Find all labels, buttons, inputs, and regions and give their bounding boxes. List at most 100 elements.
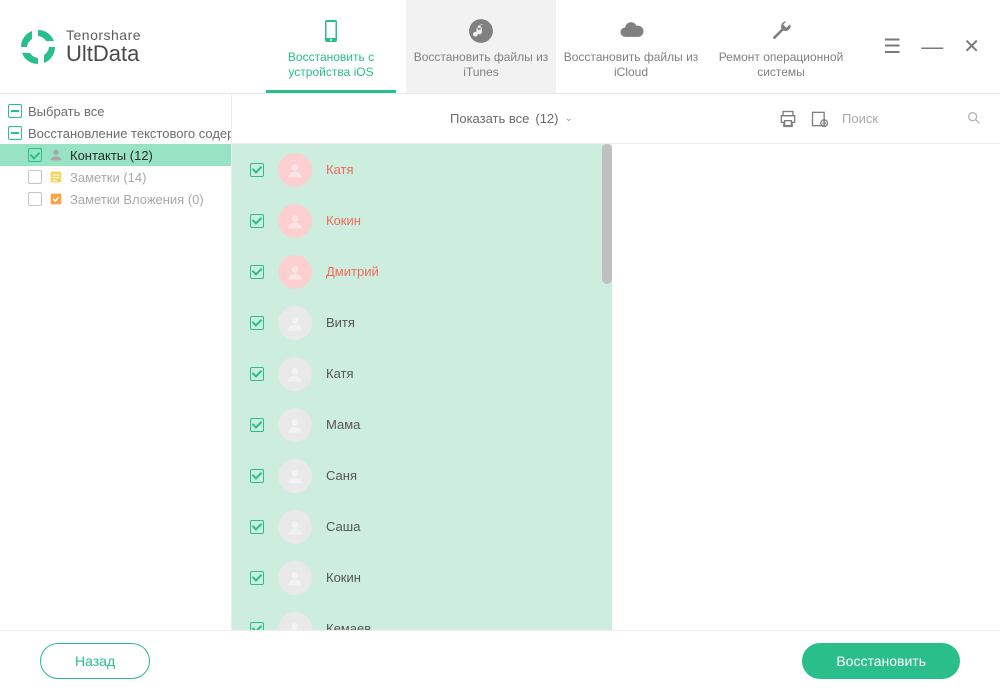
minimize-icon[interactable]: — xyxy=(921,34,943,60)
sidebar-item[interactable]: Заметки (14) xyxy=(0,166,231,188)
contact-name: Мама xyxy=(326,417,360,432)
sidebar-item-label: Контакты (12) xyxy=(70,148,153,163)
contact-name: Кокин xyxy=(326,213,361,228)
contacts-list: Катя Кокин Дмитрий Витя Катя Мама Саня Саша Коки… xyxy=(232,144,612,630)
sidebar-label: Восстановление текстового содержимо xyxy=(28,126,231,141)
checkbox-icon[interactable] xyxy=(250,469,264,483)
tab-label: Восстановить файлы из iCloud xyxy=(562,50,700,80)
window-controls: ☰ — ✕ xyxy=(883,0,1000,93)
export-settings-icon[interactable] xyxy=(810,109,830,129)
avatar-icon xyxy=(278,510,312,544)
avatar-icon xyxy=(278,561,312,595)
brand-top: Tenorshare xyxy=(66,28,141,43)
contact-row[interactable]: Саша xyxy=(232,501,612,552)
app-header: Tenorshare UltData Восстановить с устрой… xyxy=(0,0,1000,94)
search-input[interactable]: Поиск xyxy=(842,110,982,127)
attach-icon xyxy=(48,191,64,207)
sidebar-group[interactable]: Восстановление текстового содержимо xyxy=(0,122,231,144)
tab-recover-itunes[interactable]: Восстановить файлы из iTunes xyxy=(406,0,556,93)
back-button[interactable]: Назад xyxy=(40,643,150,679)
checkbox-mixed-icon[interactable] xyxy=(8,104,22,118)
avatar-icon xyxy=(278,408,312,442)
contact-name: Дмитрий xyxy=(326,264,379,279)
avatar-icon xyxy=(278,255,312,289)
sidebar-item[interactable]: Заметки Вложения (0) xyxy=(0,188,231,210)
wrench-icon xyxy=(766,16,796,46)
brand-main: UltData xyxy=(66,42,141,65)
checkbox-mixed-icon[interactable] xyxy=(8,126,22,140)
cloud-icon xyxy=(616,16,646,46)
sidebar-item[interactable]: Контакты (12) xyxy=(0,144,231,166)
filter-dropdown[interactable]: Показать все (12) ⌄ xyxy=(450,111,573,126)
contact-name: Катя xyxy=(326,162,354,177)
checkbox-icon[interactable] xyxy=(28,192,42,206)
sidebar: Выбрать все Восстановление текстового со… xyxy=(0,94,232,630)
checkbox-icon[interactable] xyxy=(250,520,264,534)
phone-icon xyxy=(316,16,346,46)
detail-panel xyxy=(612,144,1000,630)
contact-row[interactable]: Катя xyxy=(232,348,612,399)
checkbox-icon[interactable] xyxy=(250,418,264,432)
contact-row[interactable]: Мама xyxy=(232,399,612,450)
contact-row[interactable]: Саня xyxy=(232,450,612,501)
avatar-icon xyxy=(278,204,312,238)
tab-label: Ремонт операционной системы xyxy=(712,50,850,80)
checkbox-icon[interactable] xyxy=(250,571,264,585)
footer: Назад Восстановить xyxy=(0,630,1000,690)
search-placeholder: Поиск xyxy=(842,111,878,126)
contact-row[interactable]: Кокин xyxy=(232,195,612,246)
checkbox-icon[interactable] xyxy=(250,367,264,381)
app-logo-icon xyxy=(18,27,58,67)
avatar-icon xyxy=(278,153,312,187)
close-icon[interactable]: ✕ xyxy=(963,34,980,59)
menu-icon[interactable]: ☰ xyxy=(883,34,901,59)
contacts-icon xyxy=(48,147,64,163)
avatar-icon xyxy=(278,612,312,631)
contact-row[interactable]: Витя xyxy=(232,297,612,348)
contact-name: Кемаев xyxy=(326,621,371,630)
filter-count: (12) xyxy=(535,111,558,126)
contact-name: Кокин xyxy=(326,570,361,585)
main-panel: Показать все (12) ⌄ Поиск Катя Кокин Дмитр… xyxy=(232,94,1000,630)
content-split: Катя Кокин Дмитрий Витя Катя Мама Саня Саша Коки… xyxy=(232,144,1000,630)
tab-recover-ios[interactable]: Восстановить с устройства iOS xyxy=(256,0,406,93)
sidebar-select-all[interactable]: Выбрать все xyxy=(0,100,231,122)
contact-row[interactable]: Дмитрий xyxy=(232,246,612,297)
filter-label: Показать все xyxy=(450,111,529,126)
contact-name: Саша xyxy=(326,519,360,534)
button-label: Восстановить xyxy=(836,653,926,669)
checkbox-icon[interactable] xyxy=(250,163,264,177)
sidebar-item-label: Заметки (14) xyxy=(70,170,146,185)
mode-tabs: Восстановить с устройства iOS Восстанови… xyxy=(256,0,883,93)
contact-name: Катя xyxy=(326,366,354,381)
tab-recover-icloud[interactable]: Восстановить файлы из iCloud xyxy=(556,0,706,93)
notes-icon xyxy=(48,169,64,185)
contact-name: Витя xyxy=(326,315,355,330)
tab-label: Восстановить файлы из iTunes xyxy=(412,50,550,80)
search-icon xyxy=(966,110,982,126)
chevron-down-icon: ⌄ xyxy=(565,113,573,124)
contact-row[interactable]: Катя xyxy=(232,144,612,195)
checkbox-icon[interactable] xyxy=(250,265,264,279)
checkbox-icon[interactable] xyxy=(250,622,264,631)
sidebar-item-label: Заметки Вложения (0) xyxy=(70,192,204,207)
recover-button[interactable]: Восстановить xyxy=(802,643,960,679)
app-logo-area: Tenorshare UltData xyxy=(0,0,256,93)
contact-row[interactable]: Кемаев xyxy=(232,603,612,630)
body-area: Выбрать все Восстановление текстового со… xyxy=(0,94,1000,630)
print-icon[interactable] xyxy=(778,109,798,129)
sidebar-label: Выбрать все xyxy=(28,104,104,119)
button-label: Назад xyxy=(75,653,115,669)
avatar-icon xyxy=(278,306,312,340)
checkbox-icon[interactable] xyxy=(28,148,42,162)
itunes-icon xyxy=(466,16,496,46)
scrollbar-thumb[interactable] xyxy=(602,144,612,284)
checkbox-icon[interactable] xyxy=(250,316,264,330)
tab-repair-os[interactable]: Ремонт операционной системы xyxy=(706,0,856,93)
avatar-icon xyxy=(278,357,312,391)
contact-row[interactable]: Кокин xyxy=(232,552,612,603)
checkbox-icon[interactable] xyxy=(250,214,264,228)
checkbox-icon[interactable] xyxy=(28,170,42,184)
contact-name: Саня xyxy=(326,468,357,483)
tab-label: Восстановить с устройства iOS xyxy=(262,50,400,80)
